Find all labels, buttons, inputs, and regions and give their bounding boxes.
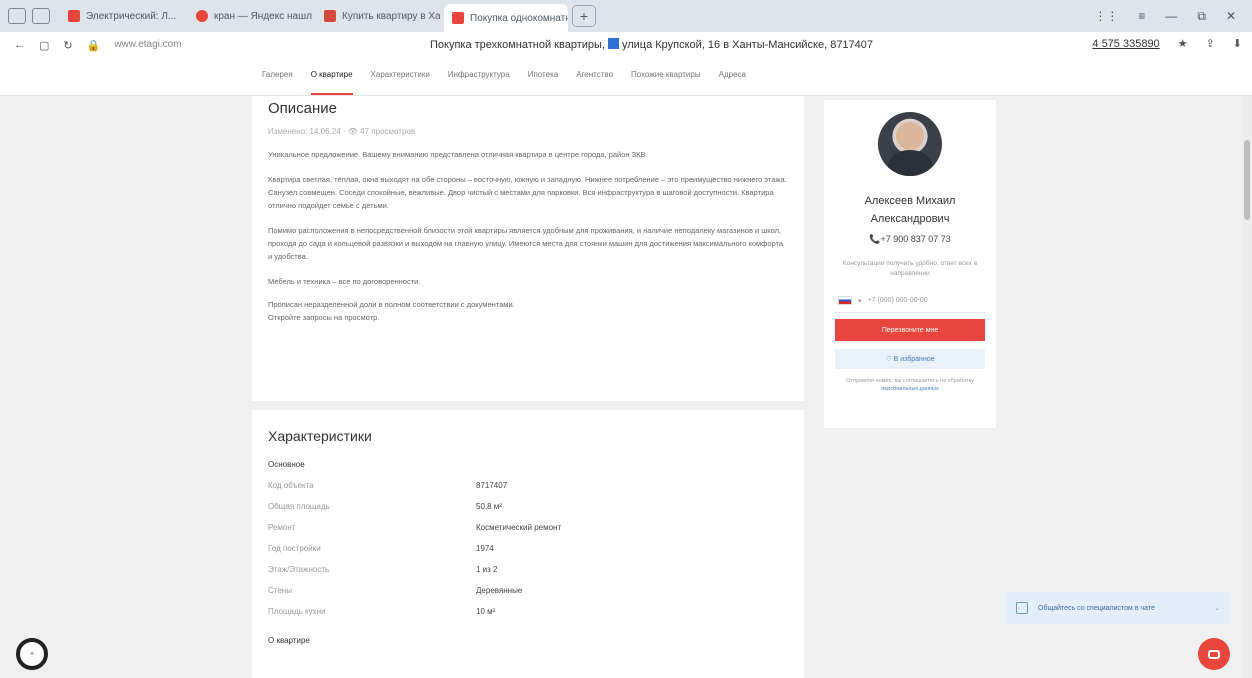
nav-agency[interactable]: Агентство xyxy=(576,70,613,79)
accessibility-button[interactable]: ◦ xyxy=(16,638,48,670)
download-icon[interactable]: ⬇ xyxy=(1233,37,1242,50)
browser-tab[interactable]: кран — Яндекс нашлось xyxy=(188,4,312,28)
map-pin-icon xyxy=(607,38,619,49)
characteristic-row: Стены Деревянные xyxy=(268,586,523,595)
favicon-icon xyxy=(324,10,336,22)
characteristic-row: Ремонт Косметический ремонт xyxy=(268,523,562,532)
new-tab-button[interactable]: + xyxy=(572,5,596,27)
description-paragraph: Помимо расположения в непосредственной б… xyxy=(268,226,784,261)
agent-note: Консультации получить удобно, ответ всех… xyxy=(842,260,978,277)
nav-addresses[interactable]: Адреса xyxy=(719,70,746,79)
phone-placeholder[interactable]: +7 (000) 000-00-00 xyxy=(868,297,928,304)
address-bar: ← ▢ ↻ 🔒 www.etagi.com Покупка трехкомнат… xyxy=(0,32,1252,58)
phone-field[interactable]: ▾ +7 (000) 000-00-00 xyxy=(834,289,986,313)
agent-legal-text: Отправляя номер, вы соглашаетесь на обра… xyxy=(846,378,974,392)
description-paragraph: Мебель и техника – все по договоренности… xyxy=(268,277,421,286)
characteristics-section-main: Основное xyxy=(268,460,305,469)
chat-toast[interactable]: Общайтесь со специалистом в чате ⌄ xyxy=(1006,592,1230,624)
favicon-icon xyxy=(196,10,208,22)
window-controls: ⋮⋮ ≡ — ⧉ ✕ xyxy=(1094,9,1252,24)
url-text[interactable]: www.etagi.com xyxy=(114,39,181,52)
characteristics-list: Код объекта 8717407 Общая площадь 50,8 м² … xyxy=(268,475,788,622)
back-icon[interactable]: ← xyxy=(14,39,25,52)
privacy-link[interactable]: персональных данных xyxy=(881,386,938,392)
browser-tab-bar: Электрический: Л... кран — Яндекс нашлос… xyxy=(0,0,1252,32)
agent-card: Алексеев Михаил Александрович 📞+7 900 83… xyxy=(824,100,996,428)
characteristics-card: Характеристики Основное Код объекта 87174… xyxy=(252,410,804,678)
characteristic-row: Площадь кухни 10 м² xyxy=(268,607,496,616)
characteristic-row: Общая площадь 50,8 м² xyxy=(268,502,502,511)
nav-characteristics[interactable]: Характеристики xyxy=(371,70,430,79)
page-title: Покупка трехкомнатной квартиры, улица Кру… xyxy=(430,38,874,51)
chat-toast-text: Общайтесь со специалистом в чате xyxy=(1038,604,1155,612)
characteristic-row: Этаж/Этажность 1 из 2 xyxy=(268,565,498,574)
callback-button[interactable]: Перезвоните мне xyxy=(835,319,985,341)
russia-flag-icon[interactable] xyxy=(838,296,852,305)
extensions-icon[interactable]: ⋮⋮ xyxy=(1094,9,1118,24)
description-card: Описание Изменено: 14.06.24 · 👁 47 просм… xyxy=(252,96,804,401)
nav-mortgage[interactable]: Ипотека xyxy=(528,70,559,79)
nav-gallery[interactable]: Галерея xyxy=(262,70,293,79)
characteristic-row: Год постройки 1974 xyxy=(268,544,494,553)
window-icons xyxy=(0,8,60,24)
toolbar-right: 4 575 335890 ★ ⇪ ⬇ xyxy=(1092,37,1242,51)
description-meta: Изменено: 14.06.24 · 👁 47 просмотров xyxy=(268,127,416,136)
message-icon xyxy=(1208,649,1220,659)
tab-list-icon[interactable] xyxy=(32,8,50,24)
browser-tab-active[interactable]: Покупка однокомнатн... xyxy=(444,4,568,32)
chat-toast-collapse[interactable]: ⌄ xyxy=(1214,604,1220,612)
maximize-button[interactable]: ⧉ xyxy=(1197,9,1206,24)
tab-groups-icon[interactable] xyxy=(8,8,26,24)
chevron-down-icon[interactable]: ▾ xyxy=(858,297,862,305)
characteristics-title: Характеристики xyxy=(268,428,372,444)
nav-buttons: ← ▢ ↻ 🔒 www.etagi.com xyxy=(0,39,200,52)
browser-tab[interactable]: Купить квартиру в Ханты xyxy=(316,4,440,28)
reload-icon[interactable]: ↻ xyxy=(63,39,72,52)
description-paragraph: Откройте запросы на просмотр. xyxy=(268,313,380,322)
agent-avatar xyxy=(878,112,942,176)
close-window-button[interactable]: ✕ xyxy=(1226,9,1236,24)
browser-tab[interactable]: Электрический: Л... xyxy=(60,4,184,28)
nav-infrastructure[interactable]: Инфраструктура xyxy=(448,70,510,79)
minimize-button[interactable]: — xyxy=(1165,9,1177,24)
description-title: Описание xyxy=(268,100,338,117)
nav-similar[interactable]: Похожие квартиры xyxy=(631,70,701,79)
site-nav: Галерея О квартире Характеристики Инфрас… xyxy=(0,58,1252,96)
characteristic-row: Код объекта 8717407 xyxy=(268,481,508,490)
description-paragraph: Уникальное предложение. Вашему вниманию … xyxy=(268,150,648,159)
menu-icon[interactable]: ≡ xyxy=(1138,9,1145,24)
star-icon[interactable]: ★ xyxy=(1178,37,1188,50)
agent-name: Алексеев Михаил Александрович xyxy=(864,195,956,225)
description-paragraph: Квартира светлая, тёплая, окна выходят н… xyxy=(268,175,787,210)
toolbar-phone-link[interactable]: 4 575 335890 xyxy=(1092,38,1159,50)
characteristics-section-about: О квартире xyxy=(268,636,310,645)
favorite-button[interactable]: ♡ В избранное xyxy=(835,349,985,369)
favicon-icon xyxy=(452,12,464,24)
share-icon[interactable]: ⇪ xyxy=(1206,37,1215,50)
description-paragraph: Прописан неразделенной доли в полном соо… xyxy=(268,300,515,309)
scrollbar-thumb[interactable] xyxy=(1244,140,1250,220)
agent-phone[interactable]: 📞+7 900 837 07 73 xyxy=(834,234,986,245)
lock-icon: 🔒 xyxy=(86,39,101,52)
bookmark-icon[interactable]: ▢ xyxy=(39,39,49,52)
favicon-icon xyxy=(68,10,80,22)
chat-icon xyxy=(1016,602,1028,614)
nav-about[interactable]: О квартире xyxy=(310,70,353,95)
chat-button[interactable] xyxy=(1198,638,1230,670)
